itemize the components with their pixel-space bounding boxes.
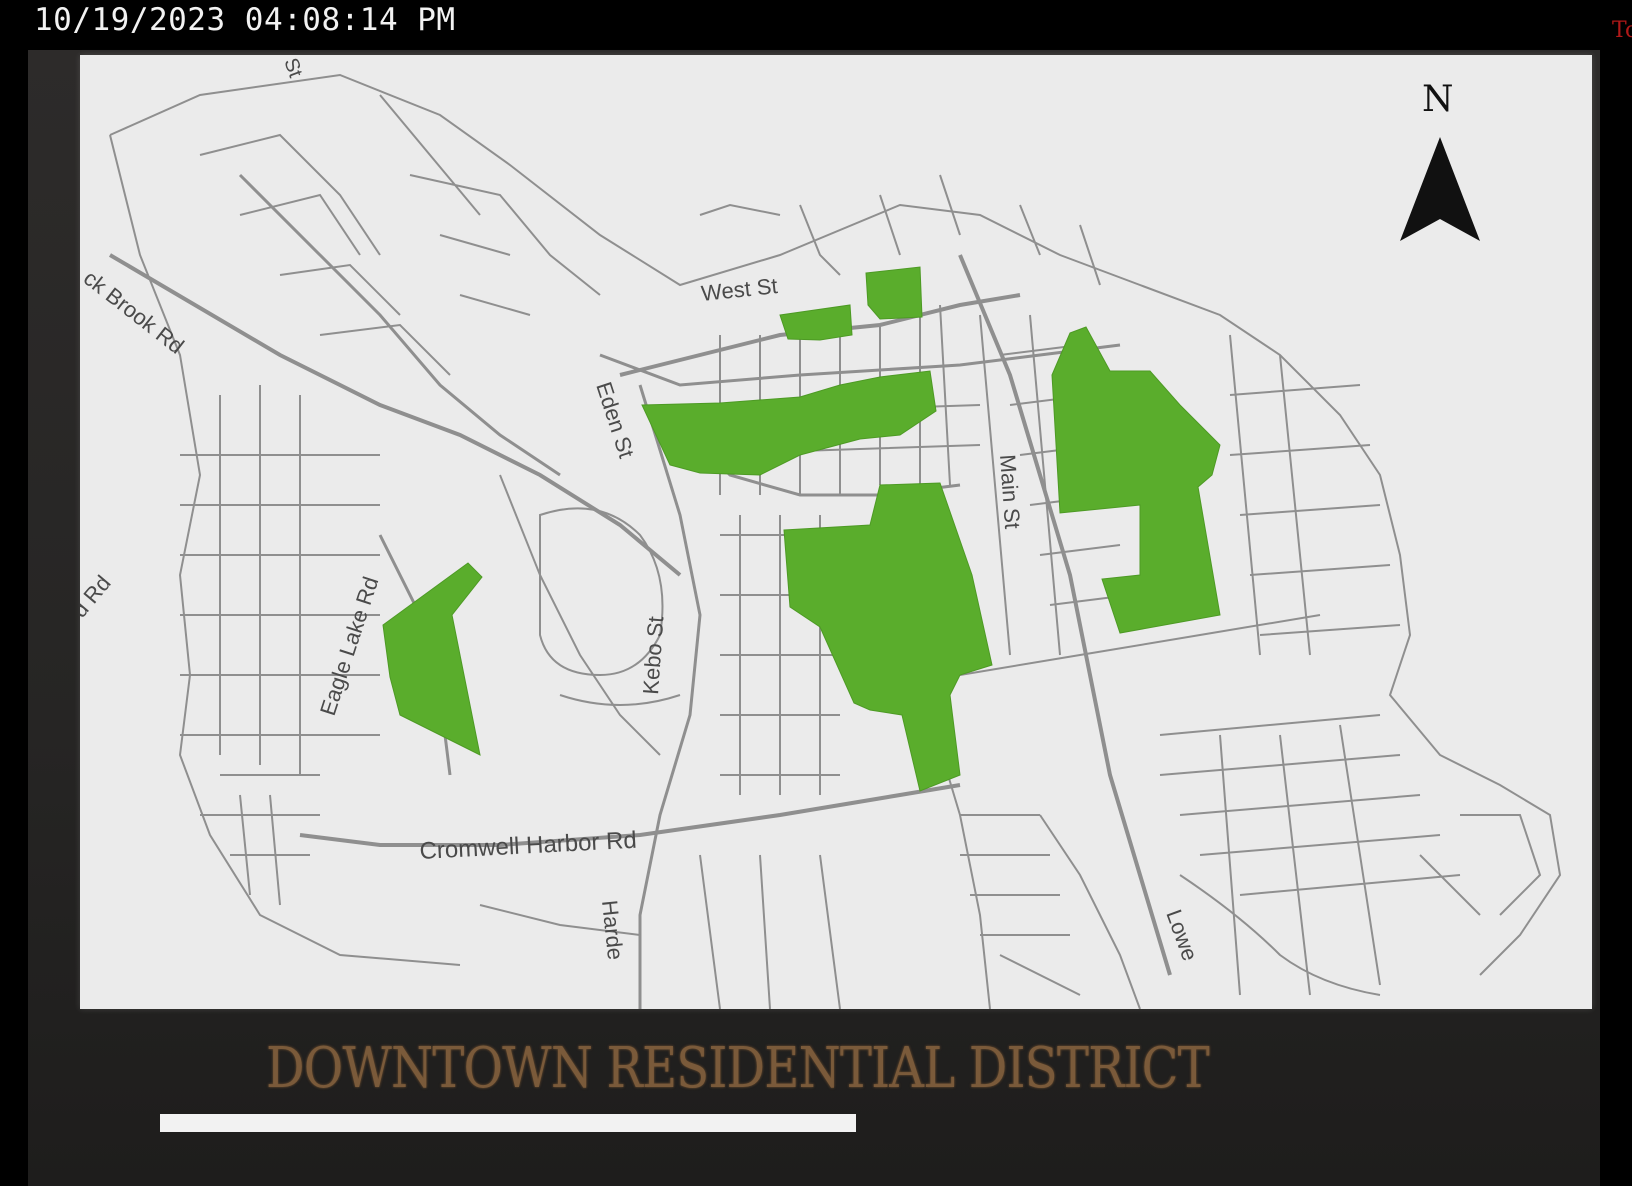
district-map: West St ck Brook Rd Eden St Main St d Rd… [80,55,1592,1009]
slide-title: DOWNTOWN RESIDENTIAL DISTRICT [266,1036,1210,1101]
road-label-kebo-st: Kebo St [638,616,668,696]
district-parcel-north-1 [779,304,853,341]
timestamp: 10/19/2023 04:08:14 PM [34,2,456,38]
channel-logo: Tc [1606,18,1632,88]
district-parcel-eagle-lake [382,562,483,756]
north-label: N [1422,79,1454,120]
road-label-harden: Harde [597,899,628,961]
title-underline-bar [160,1114,856,1132]
road-label-eden-st: Eden St [591,379,639,461]
road-label-cromwell-harbor-rd: Cromwell Harbor Rd [419,827,638,865]
map-canvas: West St ck Brook Rd Eden St Main St d Rd… [80,55,1562,1009]
road-label-st-top: St [279,55,306,81]
district-parcel-north-2 [865,266,923,320]
road-label-west-st: West St [700,273,779,306]
north-arrow: N [1400,79,1480,241]
district-parcel-east [1051,326,1221,634]
road-label-brook-rd: ck Brook Rd [80,265,189,358]
road-label-lower: Lowe [1161,906,1202,964]
channel-logo-text: Tc [1612,18,1632,43]
district-parcel-eden [641,370,937,476]
road-label-rd-left: d Rd [80,571,116,623]
road-label-eagle-lake-rd: Eagle Lake Rd [315,574,383,719]
district-parcel-central [783,482,993,792]
north-arrow-icon [1400,137,1480,241]
road-label-main-st: Main St [995,454,1025,530]
residential-district-parcels [382,266,1221,792]
